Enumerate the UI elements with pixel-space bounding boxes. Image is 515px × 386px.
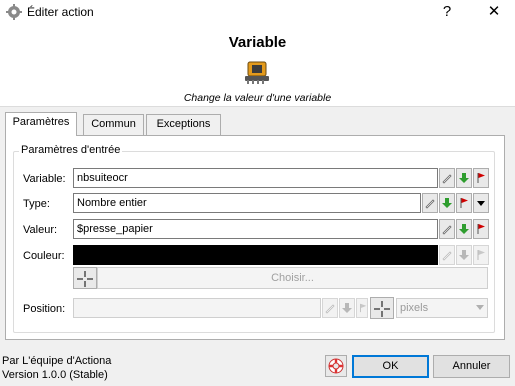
flag-button[interactable] (473, 168, 489, 188)
chevron-down-icon (477, 201, 485, 206)
group-title: Paramètres d'entrée (19, 144, 123, 156)
window-title: Éditer action (27, 5, 94, 19)
edit-mode-button[interactable] (439, 168, 455, 188)
valeur-label: Valeur: (23, 224, 58, 236)
red-flag-icon (477, 224, 485, 234)
type-dropdown-button[interactable] (473, 193, 489, 213)
close-button[interactable]: ✕ (484, 2, 504, 22)
gray-arrow-down-icon (459, 250, 469, 260)
pencil-icon (442, 251, 452, 261)
position-unit-select[interactable]: pixels (396, 298, 488, 318)
pencil-icon (442, 174, 452, 184)
gray-arrow-down-icon (342, 303, 352, 313)
insert-variable-button[interactable] (456, 245, 472, 265)
type-label: Type: (23, 198, 50, 210)
pencil-icon (425, 199, 435, 209)
crosshair-icon (77, 271, 93, 287)
title-bar: Éditer action ? ✕ (0, 0, 515, 25)
author-text: Par L'équipe d'Actiona (2, 355, 112, 367)
cancel-button[interactable]: Annuler (433, 355, 510, 378)
flag-button[interactable] (473, 219, 489, 239)
version-text: Version 1.0.0 (Stable) (2, 369, 108, 381)
flag-button[interactable] (473, 245, 489, 265)
action-header: Variable Change la valeur d'une variable (0, 25, 515, 107)
valeur-field[interactable]: $presse_papier (73, 219, 438, 239)
chevron-down-icon (476, 305, 484, 310)
color-picker-crosshair-button[interactable] (73, 267, 97, 289)
variable-field[interactable]: nbsuiteocr (73, 168, 438, 188)
crosshair-icon (374, 301, 390, 317)
help-button[interactable]: ? (437, 2, 457, 22)
ok-button[interactable]: OK (352, 355, 429, 378)
lifebuoy-icon (328, 358, 344, 374)
couleur-label: Couleur: (23, 250, 65, 262)
action-name: Variable (228, 34, 287, 51)
insert-variable-button[interactable] (456, 219, 472, 239)
insert-variable-button[interactable] (456, 168, 472, 188)
green-arrow-down-icon (459, 173, 469, 183)
position-field[interactable] (73, 298, 321, 318)
position-crosshair-button[interactable] (370, 297, 394, 319)
variable-label: Variable: (23, 173, 66, 185)
gray-flag-icon (477, 250, 485, 260)
tab-commun[interactable]: Commun (83, 114, 144, 135)
gray-flag-icon (360, 303, 367, 313)
choose-color-button[interactable]: Choisir... (97, 267, 488, 289)
tab-parametres[interactable]: Paramètres (5, 112, 77, 136)
insert-variable-button[interactable] (439, 193, 455, 213)
pencil-icon (325, 304, 335, 314)
help-lifebuoy-button[interactable] (325, 355, 347, 377)
edit-mode-button[interactable] (322, 298, 338, 318)
red-flag-icon (477, 173, 485, 183)
red-flag-icon (460, 198, 468, 208)
position-label: Position: (23, 303, 66, 315)
pencil-icon (442, 225, 452, 235)
type-field[interactable]: Nombre entier (73, 193, 421, 213)
green-arrow-down-icon (459, 224, 469, 234)
flag-button[interactable] (356, 298, 368, 318)
insert-variable-button[interactable] (339, 298, 355, 318)
tab-exceptions[interactable]: Exceptions (146, 114, 221, 135)
position-unit-value: pixels (400, 302, 429, 314)
edit-mode-button[interactable] (439, 245, 455, 265)
action-description: Change la valeur d'une variable (183, 92, 332, 104)
chip-icon (245, 61, 269, 84)
color-swatch[interactable] (73, 245, 438, 265)
green-arrow-down-icon (442, 198, 452, 208)
edit-mode-button[interactable] (439, 219, 455, 239)
flag-button[interactable] (456, 193, 472, 213)
edit-mode-button[interactable] (422, 193, 438, 213)
app-gear-icon (6, 4, 22, 20)
